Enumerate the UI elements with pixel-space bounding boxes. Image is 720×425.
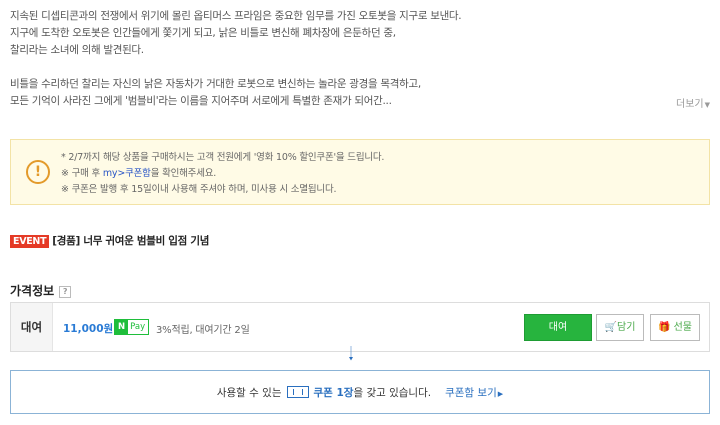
- price-note: 3%적립, 대여기간 2일: [156, 325, 250, 336]
- notice-line: ※ 쿠폰은 발행 후 15일이내 사용해 주셔야 하며, 미사용 시 소멸됩니다…: [61, 184, 337, 195]
- more-label: 더보기: [676, 99, 704, 110]
- notice-line: * 2/7까지 해당 상품을 구매하시는 고객 전원에게 '영화 10% 할인쿠…: [61, 152, 385, 163]
- price-value: 11,000원: [63, 323, 114, 335]
- coupon-box-link[interactable]: 쿠폰함 보기▶: [445, 387, 503, 399]
- event-badge: EVENT: [10, 235, 50, 248]
- synopsis-line: 비틀을 수리하던 찰리는 자신의 낡은 자동차가 거대한 로봇으로 변신하는 놀…: [10, 78, 421, 90]
- coupon-count: 쿠폰 1장: [313, 387, 354, 399]
- synopsis-line: 모든 기억이 사라진 그에게 '범블비'라는 이름을 지어주며 서로에게 특별한…: [10, 95, 392, 107]
- coupon-suffix: 을 갖고 있습니다.: [353, 387, 432, 399]
- synopsis: 지속된 디셉티콘과의 전쟁에서 위기에 몰린 옵티머스 프라임은 중요한 임무를…: [10, 8, 710, 110]
- coupon-box: 사용할 수 있는 쿠폰 1장을 갖고 있습니다. 쿠폰함 보기▶: [10, 370, 710, 414]
- cart-icon: 🛒: [604, 322, 618, 333]
- coupon-notice: ! * 2/7까지 해당 상품을 구매하시는 고객 전원에게 '영화 10% 할…: [10, 139, 710, 205]
- arrow-down-icon: [349, 346, 353, 361]
- npay-n-icon: N: [115, 320, 129, 334]
- caret-down-icon: ▼: [704, 101, 710, 109]
- synopsis-line: 지속된 디셉티콘과의 전쟁에서 위기에 몰린 옵티머스 프라임은 중요한 임무를…: [10, 10, 462, 22]
- coupon-prefix: 사용할 수 있는: [216, 387, 282, 399]
- more-link[interactable]: 더보기▼: [676, 95, 710, 110]
- event-text: [경품] 너무 귀여운 범블비 입점 기념: [52, 235, 210, 247]
- gift-button[interactable]: 🎁 선물: [650, 314, 700, 341]
- cart-button[interactable]: 🛒담기: [596, 314, 644, 341]
- price-box: 대여 11,000원 N Pay 3%적립, 대여기간 2일 대여 🛒담기 🎁 선…: [10, 302, 710, 352]
- exclamation-icon: !: [26, 160, 50, 184]
- gift-icon: 🎁: [657, 322, 671, 333]
- event-banner[interactable]: EVENT [경품] 너무 귀여운 범블비 입점 기념: [10, 233, 209, 248]
- rent-button[interactable]: 대여: [524, 314, 592, 341]
- price-type-label: 대여: [11, 303, 53, 351]
- synopsis-line: 지구에 도착한 오토봇은 인간들에게 쫓기게 되고, 낡은 비틀로 변신해 폐차…: [10, 27, 396, 39]
- npay-badge: N Pay: [114, 319, 150, 335]
- triangle-right-icon: ▶: [497, 390, 504, 398]
- synopsis-line: 찰리라는 소녀에 의해 발견된다.: [10, 44, 144, 56]
- help-icon[interactable]: ?: [59, 285, 72, 298]
- price-info-title: 가격정보?: [10, 282, 72, 299]
- coupon-icon: [286, 386, 309, 398]
- my-coupon-link[interactable]: my>쿠폰함: [103, 168, 151, 179]
- notice-line: ※ 구매 후 my>쿠폰함을 확인해주세요.: [61, 168, 217, 179]
